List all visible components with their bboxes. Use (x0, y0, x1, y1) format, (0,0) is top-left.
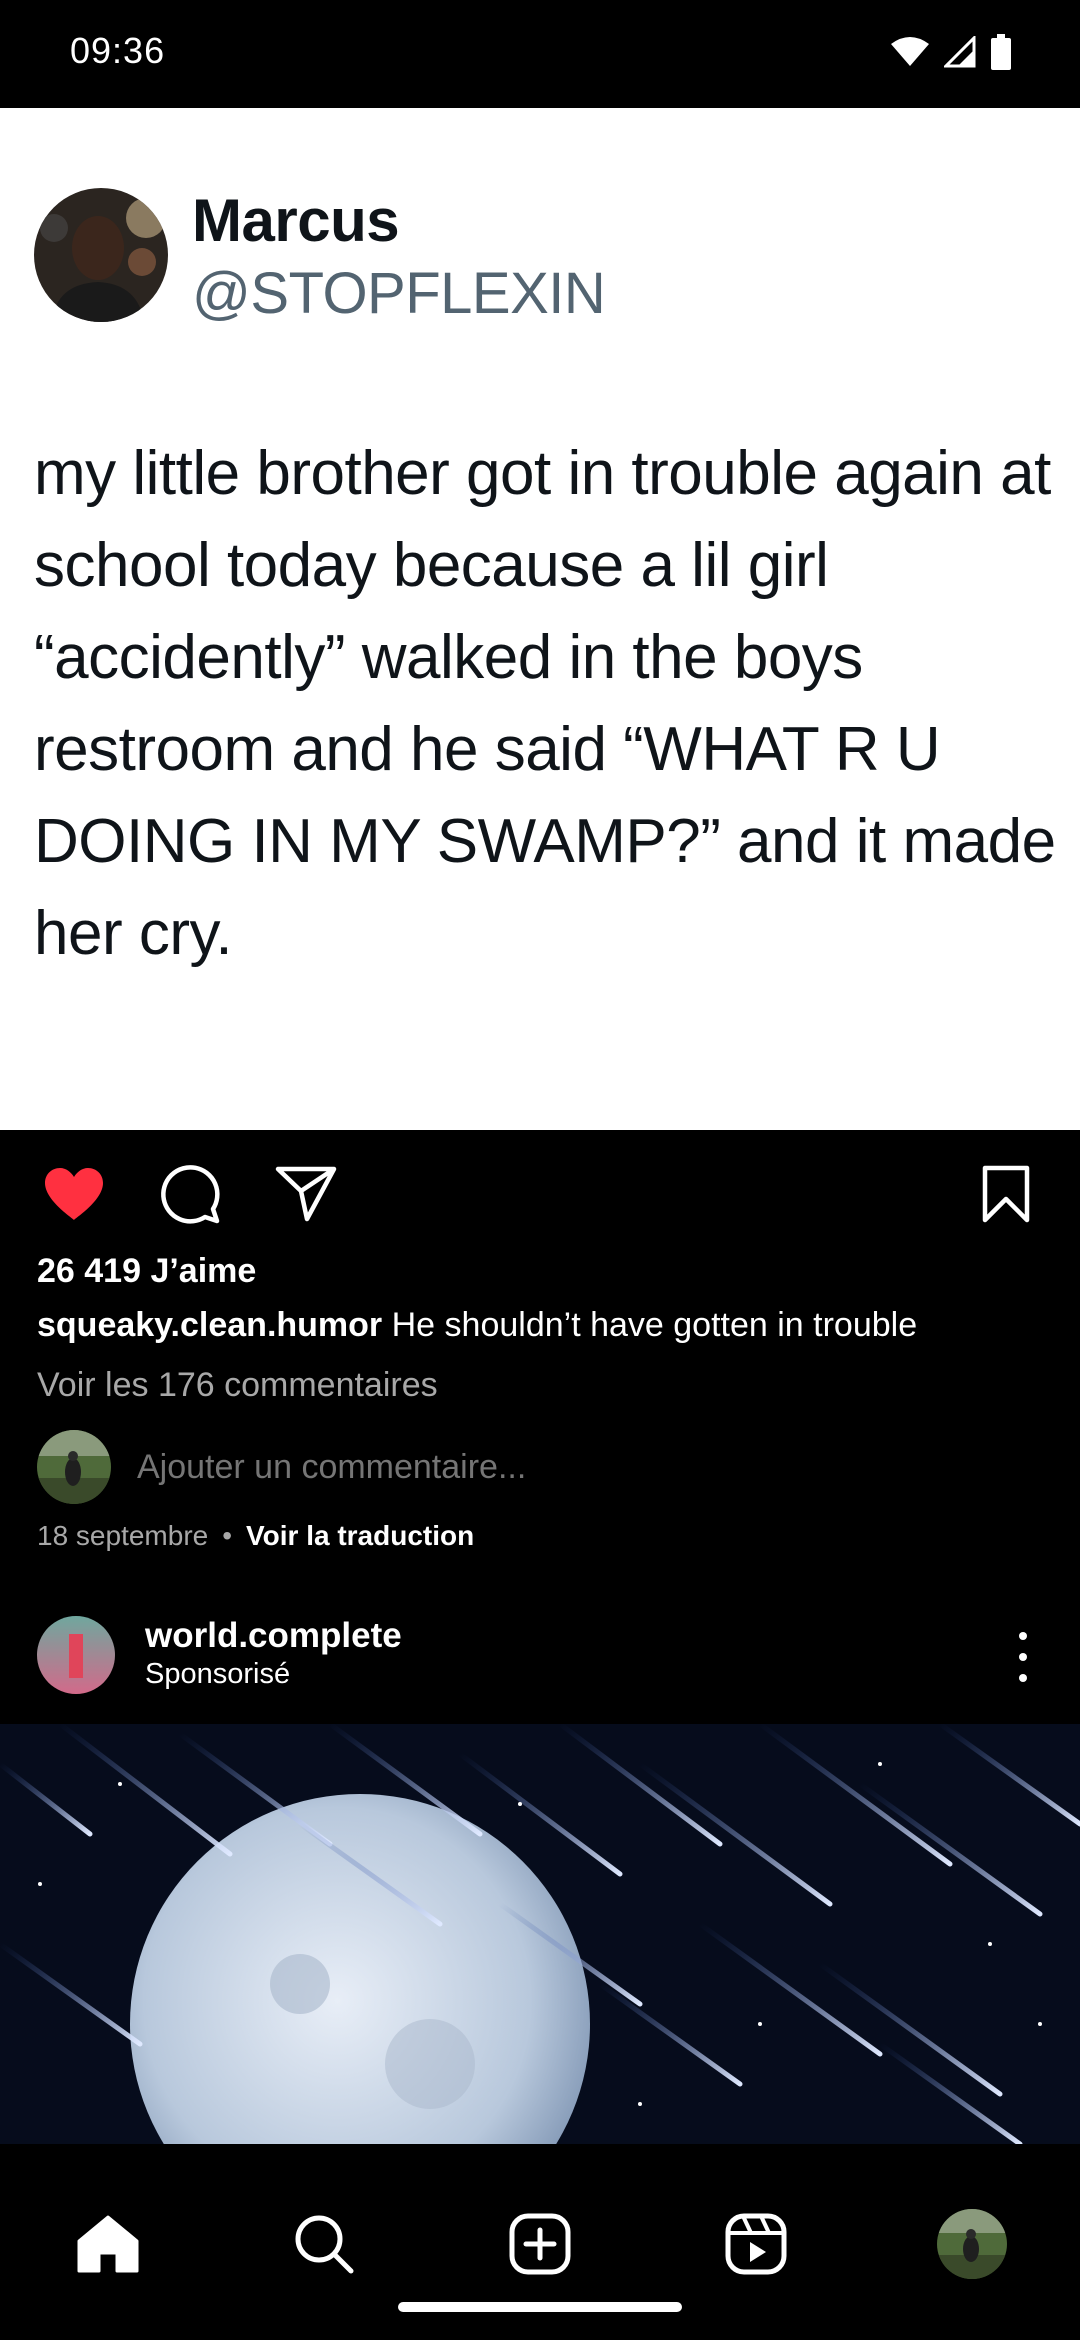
comment-button[interactable] (158, 1162, 222, 1226)
add-comment-row (37, 1430, 837, 1504)
more-dot (1019, 1653, 1027, 1661)
translate-link[interactable]: Voir la traduction (246, 1520, 474, 1552)
post-date: 18 septembre (37, 1520, 209, 1551)
tweet-author-name: Marcus (192, 187, 400, 254)
tweet-text: my little brother got in trouble again a… (34, 439, 1056, 968)
nav-reels[interactable] (718, 2206, 794, 2282)
caption-username[interactable]: squeaky.clean.humor (37, 1306, 382, 1344)
comment-icon (161, 1165, 220, 1224)
more-dot (1019, 1674, 1027, 1682)
battery-icon (991, 34, 1011, 70)
status-time: 09:36 (70, 30, 166, 71)
more-dot (1019, 1632, 1027, 1640)
wifi-icon (891, 37, 929, 66)
bookmark-icon (982, 1165, 1030, 1223)
status-bar: 09:36 (0, 0, 1080, 108)
tweet-author-handle: @STOPFLEXIN (192, 261, 606, 326)
caption-text: He shouldn’t have gotten in trouble (391, 1306, 918, 1344)
separator-dot: • (222, 1520, 233, 1551)
view-comments-link[interactable]: Voir les 176 commentaires (37, 1366, 438, 1405)
nav-home[interactable] (70, 2206, 146, 2282)
sponsored-username[interactable]: world.complete (145, 1616, 402, 1656)
sponsored-post-header: world.complete Sponsorisé (0, 1612, 1080, 1722)
nav-create[interactable] (502, 2206, 578, 2282)
heart-icon (45, 1168, 103, 1220)
avatar (37, 1430, 111, 1504)
post-image-tweet[interactable]: Marcus @STOPFLEXIN my little brother got… (0, 108, 1080, 1130)
reels-icon (725, 2213, 787, 2275)
nav-search[interactable] (286, 2206, 362, 2282)
likes-count[interactable]: 26 419 J’aime (37, 1252, 256, 1291)
comment-input[interactable] (137, 1447, 837, 1487)
tweet-avatar (34, 188, 168, 322)
more-options-button[interactable] (1008, 1632, 1038, 1682)
post-caption: squeaky.clean.humor He shouldn’t have go… (37, 1306, 917, 1345)
share-button[interactable] (274, 1162, 338, 1226)
search-icon (295, 2215, 354, 2274)
profile-avatar (937, 2209, 1007, 2279)
signal-icon (944, 36, 976, 68)
status-icons (890, 34, 1012, 70)
post-meta: 18 septembre • Voir la traduction (37, 1520, 474, 1552)
home-indicator[interactable] (398, 2302, 682, 2312)
sponsored-avatar[interactable] (37, 1616, 115, 1694)
home-icon (77, 2215, 139, 2273)
sponsored-post-image[interactable] (0, 1724, 1080, 2144)
save-button[interactable] (974, 1162, 1038, 1226)
sponsored-label: Sponsorisé (145, 1658, 291, 1690)
post-actions (0, 1150, 1080, 1230)
create-icon (509, 2213, 571, 2275)
nav-profile[interactable] (934, 2206, 1010, 2282)
like-button[interactable] (42, 1162, 106, 1226)
send-icon (275, 1166, 337, 1222)
